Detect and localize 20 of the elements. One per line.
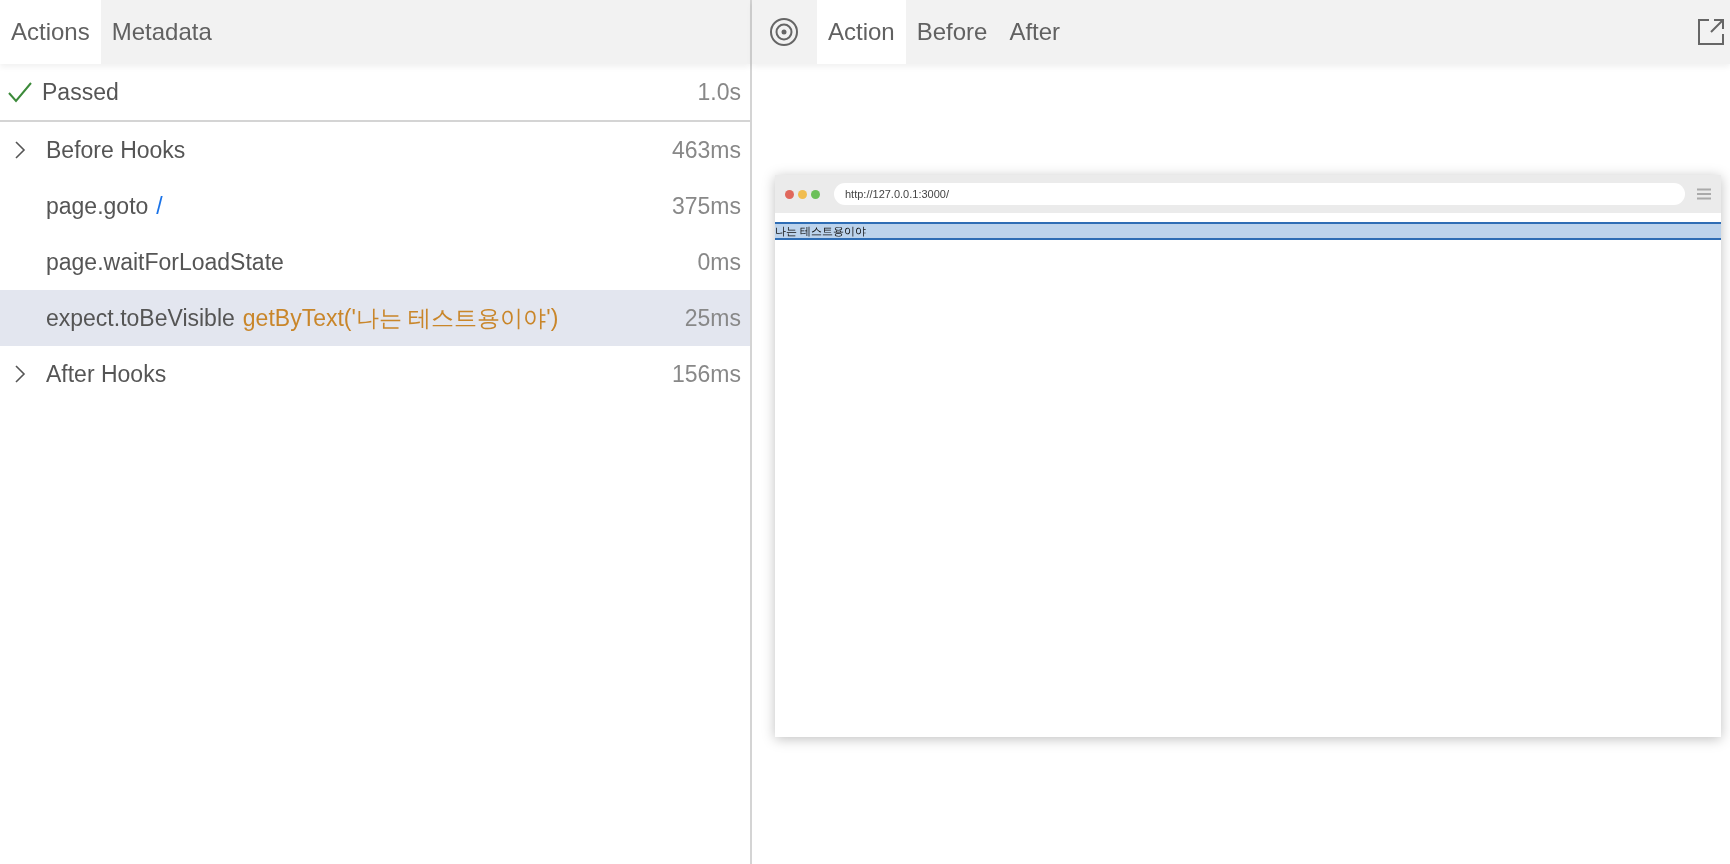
window-dot: [785, 189, 794, 199]
tab[interactable]: After: [998, 0, 1072, 64]
external-link-icon[interactable]: [1697, 18, 1725, 46]
action-row[interactable]: expect.toBeVisible getByText('나는 테스트용이야') 25ms: [0, 290, 750, 346]
highlighted-element: 나는 테스트용이야: [775, 222, 1721, 240]
duration: 1.0s: [697, 77, 741, 107]
tab[interactable]: Before: [905, 0, 999, 64]
menu-icon: [1697, 188, 1711, 200]
action-row[interactable]: After Hooks 156ms: [0, 346, 750, 402]
action-row[interactable]: page.goto / 375ms: [0, 178, 750, 234]
window-dot: [798, 189, 807, 199]
tab[interactable]: Actions: [0, 0, 101, 64]
tab[interactable]: Metadata: [100, 0, 223, 64]
action-row[interactable]: Before Hooks 463ms: [0, 122, 750, 178]
tab[interactable]: Action: [817, 0, 906, 64]
status-label: Passed: [42, 77, 119, 107]
target-icon[interactable]: [769, 17, 799, 47]
address-field: http://127.0.0.1:3000/: [834, 183, 1685, 205]
window-dot: [811, 189, 820, 199]
action-row[interactable]: page.waitForLoadState 0ms: [0, 234, 750, 290]
